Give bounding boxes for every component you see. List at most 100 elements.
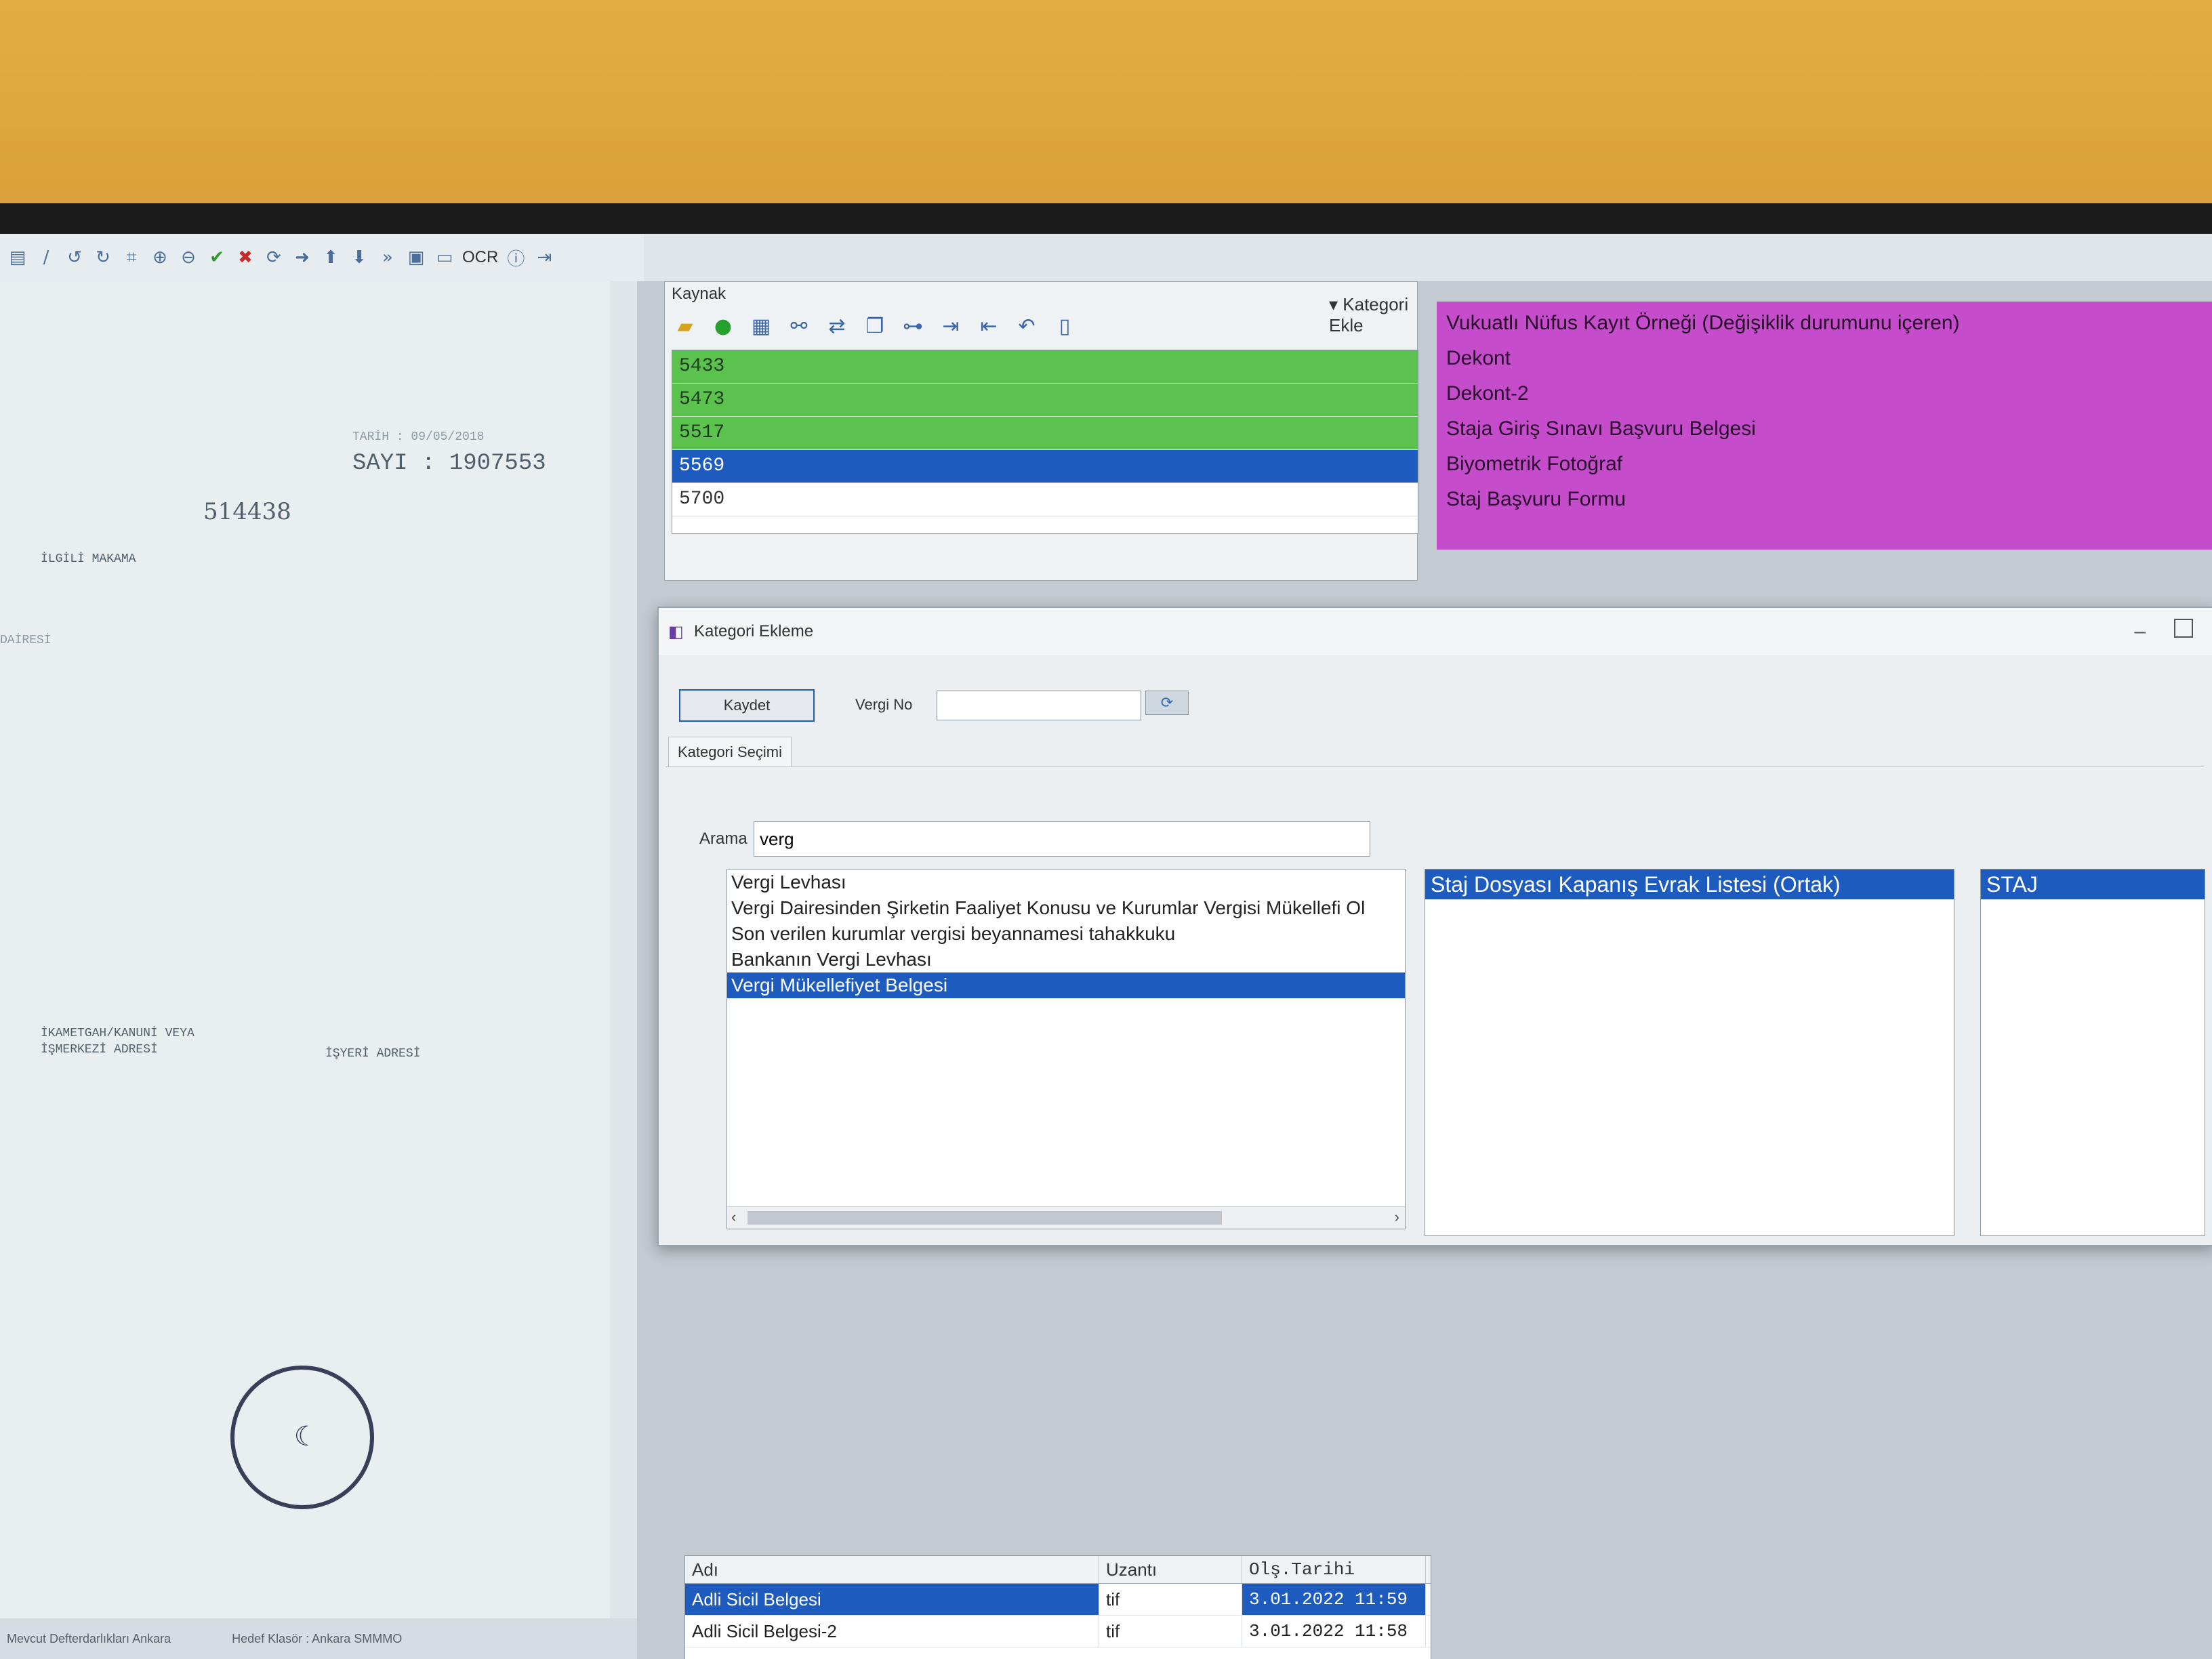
kategori-ekle-button[interactable]: ▾ Kategori Ekle <box>1329 294 1417 336</box>
category-item[interactable]: Staj Başvuru Formu <box>1437 482 2212 517</box>
arama-input[interactable] <box>754 821 1370 857</box>
kaynak-label: Kaynak <box>672 285 726 303</box>
status-hedef-klasor: Hedef Klasör : Ankara SMMMO <box>232 1631 403 1645</box>
cell-uzanti: tif <box>1099 1616 1242 1647</box>
kaynak-row[interactable]: 5700 <box>672 483 1418 516</box>
kaynak-row[interactable]: 5473 <box>672 384 1418 417</box>
minimize-button[interactable]: – <box>2134 620 2146 643</box>
cell-uzanti: tif <box>1099 1584 1242 1615</box>
file-grid[interactable]: Adı Uzantı Olş.Tarihi Adli Sicil Belgesi… <box>684 1555 1431 1659</box>
merge-icon[interactable]: ⊶ <box>899 312 926 340</box>
crop-icon[interactable]: ⌗ <box>121 247 142 268</box>
scroll-right-icon[interactable]: › <box>1395 1208 1399 1226</box>
kaynak-row[interactable]: 5517 <box>672 417 1418 450</box>
arrow-right-icon[interactable]: ➜ <box>291 247 313 268</box>
document-icon[interactable]: ▯ <box>1051 312 1078 340</box>
zoom-out-icon[interactable]: ⊖ <box>178 247 199 268</box>
category-item[interactable]: Staja Giriş Sınavı Başvuru Belgesi <box>1437 411 2212 447</box>
kaynak-row[interactable]: 5433 <box>672 350 1418 384</box>
exit-icon[interactable]: ⇥ <box>533 247 555 268</box>
selected-category-list[interactable]: Staj Dosyası Kapanış Evrak Listesi (Orta… <box>1425 869 1954 1236</box>
category-list[interactable]: Vukuatlı Nüfus Kayıt Örneği (Değişiklik … <box>1437 302 2212 550</box>
kaydet-button[interactable]: Kaydet <box>679 689 815 722</box>
category-item[interactable]: Dekont <box>1437 341 2212 376</box>
cell-tarih: 3.01.2022 11:58 <box>1242 1616 1426 1647</box>
result-item[interactable]: Bankanın Vergi Levhası <box>727 947 1405 972</box>
tab-body: Arama Vergi Levhası Vergi Dairesinden Şi… <box>665 766 2205 1236</box>
split-left-icon[interactable]: ⇤ <box>975 312 1002 340</box>
copy-icon[interactable]: ❐ <box>861 312 888 340</box>
dialog-titlebar[interactable]: ◧ Kategori Ekleme – <box>659 608 2212 655</box>
split-right-icon[interactable]: ⇥ <box>937 312 964 340</box>
seal-stamp: ☾ <box>230 1366 374 1509</box>
selected-group-item[interactable]: STAJ <box>1981 869 2205 899</box>
info-icon[interactable]: ⓘ <box>505 247 527 270</box>
doc-tarih: TARİH : 09/05/2018 <box>352 430 485 444</box>
doc-handwritten-number: 514438 <box>203 498 291 525</box>
document-viewer: TARİH : 09/05/2018 SAYI : 1907553 514438… <box>0 281 610 1659</box>
arrow-up-icon[interactable]: ⬆ <box>320 247 342 268</box>
move-icon[interactable]: ⇄ <box>823 312 851 340</box>
refresh-icon[interactable]: ⟳ <box>263 247 285 268</box>
maximize-button[interactable] <box>2174 619 2193 638</box>
selected-group-list[interactable]: STAJ <box>1980 869 2205 1236</box>
viewer-toolbar: ▤ / ↺ ↻ ⌗ ⊕ ⊖ ✔ ✖ ⟳ ➜ ⬆ ⬇ » ▣ ▭ OCR ⓘ ⇥ <box>0 234 644 281</box>
header-tarih[interactable]: Olş.Tarihi <box>1242 1556 1426 1583</box>
kaynak-panel: Kaynak ▰ ● ▦ ⚯ ⇄ ❐ ⊶ ⇥ ⇤ ↶ ▯ ▾ Kategori … <box>664 281 1418 581</box>
ocr-button[interactable]: OCR <box>462 248 498 267</box>
kaynak-list[interactable]: 5433 5473 5517 5569 5700 <box>672 350 1418 534</box>
folder-icon[interactable]: ▰ <box>672 312 699 340</box>
status-location: Mevcut Defterdarlıkları Ankara <box>7 1631 171 1645</box>
doc-ikametgah: İKAMETGAH/KANUNİ VEYA <box>41 1027 194 1040</box>
category-item[interactable]: Biyometrik Fotoğraf <box>1437 447 2212 482</box>
cell-adi: Adli Sicil Belgesi-2 <box>685 1616 1099 1647</box>
app-icon: ◧ <box>668 622 684 641</box>
save-icon[interactable]: ▦ <box>747 312 775 340</box>
result-item[interactable]: Son verilen kurumlar vergisi beyannamesi… <box>727 921 1405 947</box>
rotate-right-icon[interactable]: ↻ <box>92 247 114 268</box>
result-item-selected[interactable]: Vergi Mükellefiyet Belgesi <box>727 972 1405 998</box>
doc-dairesi: DAİRESİ <box>0 634 52 647</box>
category-item[interactable]: Vukuatlı Nüfus Kayıt Örneği (Değişiklik … <box>1437 306 2212 341</box>
scanner-icon[interactable]: ▣ <box>405 247 427 268</box>
kaynak-toolbar: ▰ ● ▦ ⚯ ⇄ ❐ ⊶ ⇥ ⇤ ↶ ▯ <box>672 309 1078 343</box>
kategori-ekleme-dialog: ◧ Kategori Ekleme – Kaydet Vergi No ⟳ Ka… <box>657 607 2212 1246</box>
vergi-search-button[interactable]: ⟳ <box>1145 691 1189 715</box>
result-item[interactable]: Vergi Levhası <box>727 869 1405 895</box>
doc-sayi: SAYI : 1907553 <box>352 451 546 476</box>
search-icon: ⟳ <box>1160 694 1174 712</box>
undo-icon[interactable]: ↶ <box>1013 312 1040 340</box>
category-item[interactable]: Dekont-2 <box>1437 376 2212 411</box>
header-uzanti[interactable]: Uzantı <box>1099 1556 1242 1583</box>
selected-category-item[interactable]: Staj Dosyası Kapanış Evrak Listesi (Orta… <box>1425 869 1954 899</box>
kaynak-row-selected[interactable]: 5569 <box>672 450 1418 483</box>
edit-icon[interactable]: / <box>35 247 57 268</box>
horizontal-scrollbar[interactable]: ‹ › <box>727 1206 1405 1229</box>
monitor-icon[interactable]: ▭ <box>434 247 455 268</box>
table-row[interactable]: Adli Sicil Belgesi tif 3.01.2022 11:59 <box>685 1584 1431 1616</box>
tab-kategori-secimi[interactable]: Kategori Seçimi <box>668 737 792 767</box>
cancel-icon[interactable]: ✖ <box>234 247 256 268</box>
search-results-list[interactable]: Vergi Levhası Vergi Dairesinden Şirketin… <box>726 869 1406 1229</box>
table-row[interactable]: Adli Sicil Belgesi-2 tif 3.01.2022 11:58 <box>685 1616 1431 1647</box>
scroll-left-icon[interactable]: ‹ <box>731 1208 736 1226</box>
cell-adi: Adli Sicil Belgesi <box>685 1584 1099 1615</box>
left-status-bar: Mevcut Defterdarlıkları Ankara Hedef Kla… <box>0 1618 644 1659</box>
forward-icon[interactable]: » <box>377 247 398 268</box>
arrow-down-icon[interactable]: ⬇ <box>348 247 370 268</box>
arama-label: Arama <box>699 830 747 848</box>
vergi-no-input[interactable] <box>937 691 1141 720</box>
check-circle-icon[interactable]: ● <box>710 312 737 340</box>
scrollbar-thumb[interactable] <box>747 1211 1222 1225</box>
kategori-ekle-label: Kategori Ekle <box>1329 294 1409 335</box>
link-icon[interactable]: ⚯ <box>785 312 813 340</box>
result-item[interactable]: Vergi Dairesinden Şirketin Faaliyet Konu… <box>727 895 1405 921</box>
rotate-left-icon[interactable]: ↺ <box>64 247 85 268</box>
zoom-in-icon[interactable]: ⊕ <box>149 247 171 268</box>
header-adi[interactable]: Adı <box>685 1556 1099 1583</box>
save-icon[interactable]: ▤ <box>7 247 28 268</box>
cell-tarih: 3.01.2022 11:59 <box>1242 1584 1426 1615</box>
grid-header: Adı Uzantı Olş.Tarihi <box>685 1556 1431 1584</box>
vergi-no-label: Vergi No <box>855 696 913 713</box>
check-icon[interactable]: ✔ <box>206 247 228 268</box>
